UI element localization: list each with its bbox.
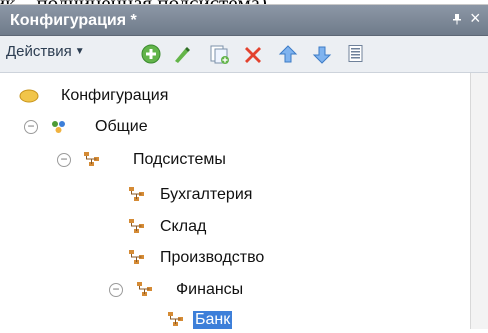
common-icon [52, 121, 65, 133]
move-down-icon[interactable] [310, 43, 334, 65]
tree-label: Общие [95, 118, 148, 135]
window-title: Конфигурация * [10, 12, 137, 29]
collapse-icon[interactable]: − [24, 120, 38, 134]
toolbar: Действия ▼ [0, 36, 488, 73]
tree-row-subsystems[interactable]: − Подсистемы [0, 147, 470, 173]
configuration-tree: Конфигурация − Общие − Подсистемы Бухгал… [0, 73, 470, 329]
tree-row-common[interactable]: − Общие [0, 114, 470, 140]
tree-row-warehouse[interactable]: Склад [0, 214, 470, 240]
tree-label-selected: Банк [193, 311, 233, 329]
tree-label: Производство [160, 249, 265, 266]
subsystem-icon [137, 282, 152, 296]
add-icon[interactable] [139, 43, 163, 65]
collapse-icon[interactable]: − [57, 153, 71, 167]
tree-row-configuration[interactable]: Конфигурация [0, 83, 470, 109]
tree-label: Бухгалтерия [160, 186, 253, 203]
edit-icon[interactable] [170, 43, 194, 65]
tree-label: Склад [160, 218, 207, 235]
tree-row-bank[interactable]: Банк [0, 307, 470, 333]
window-titlebar: Конфигурация * × [0, 5, 488, 36]
subsystem-icon [84, 152, 99, 166]
list-icon[interactable] [344, 43, 368, 65]
close-icon[interactable]: × [470, 9, 484, 27]
subsystem-icon [129, 250, 144, 264]
pin-icon[interactable] [452, 13, 462, 25]
tree-label: Финансы [176, 281, 244, 298]
delete-icon[interactable] [241, 43, 265, 65]
configuration-window: Конфигурация * × Действия ▼ Конфигурация… [0, 4, 488, 329]
tree-label: Подсистемы [133, 151, 226, 168]
subsystem-icon [129, 187, 144, 201]
tree-row-production[interactable]: Производство [0, 245, 470, 271]
subsystem-icon [168, 312, 183, 326]
subsystem-icon [129, 219, 144, 233]
tree-row-finance[interactable]: − Финансы [0, 277, 470, 303]
configuration-icon [19, 89, 39, 103]
chevron-down-icon: ▼ [74, 46, 85, 57]
vertical-scrollbar[interactable] [470, 73, 488, 329]
tree-row-accounting[interactable]: Бухгалтерия [0, 182, 470, 208]
move-up-icon[interactable] [276, 43, 300, 65]
copy-icon[interactable] [207, 43, 231, 65]
actions-label: Действия [6, 43, 72, 60]
actions-menu-button[interactable]: Действия ▼ [6, 43, 85, 60]
collapse-icon[interactable]: − [109, 283, 123, 297]
tree-label: Конфигурация [61, 87, 169, 104]
